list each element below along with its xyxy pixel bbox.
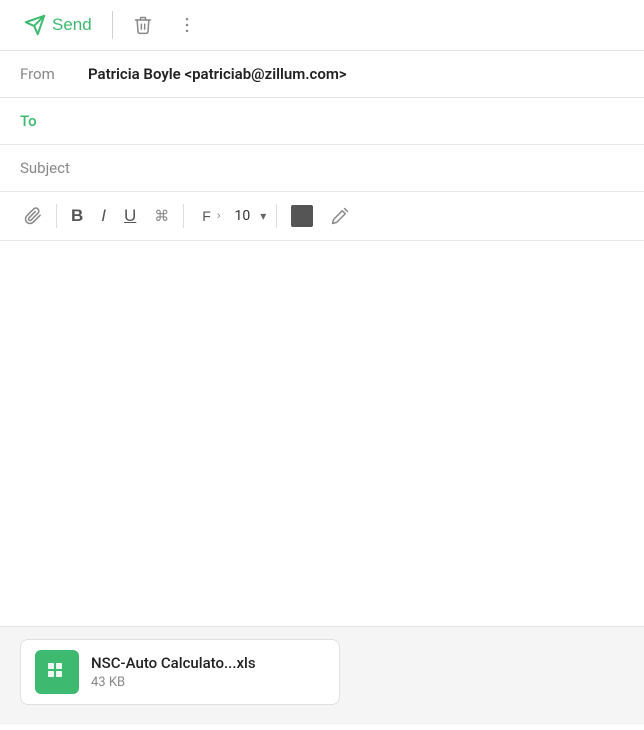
trash-icon xyxy=(133,15,153,35)
pen-icon xyxy=(331,207,349,225)
compose-area: From Patricia Boyle <patriciab@zillum.co… xyxy=(0,51,644,725)
italic-button[interactable]: I xyxy=(93,201,114,231)
format-divider-2 xyxy=(183,204,184,228)
subject-input[interactable] xyxy=(88,160,624,177)
to-row: To xyxy=(0,98,644,145)
to-input[interactable] xyxy=(88,113,624,130)
toolbar: Send xyxy=(0,0,644,51)
color-picker-button[interactable] xyxy=(283,200,321,232)
font-button[interactable]: F › xyxy=(190,201,228,231)
send-label: Send xyxy=(52,15,92,35)
attachment-file-icon xyxy=(35,650,79,694)
font-size-dropdown[interactable]: ▾ xyxy=(256,207,270,225)
attachment-button[interactable] xyxy=(16,202,50,230)
attachment-size: 43 KB xyxy=(91,675,256,690)
spreadsheet-icon xyxy=(43,658,71,686)
from-value: Patricia Boyle <patriciab@zillum.com> xyxy=(88,65,347,83)
font-arrow: › xyxy=(217,210,221,222)
attachment-name: NSC-Auto Calculato...xls xyxy=(91,654,256,672)
font-size-control: 10 ▾ xyxy=(231,206,271,226)
font-size-value: 10 xyxy=(231,206,255,226)
more-icon xyxy=(177,15,197,35)
command-symbol: ⌘ xyxy=(154,207,169,225)
underline-button[interactable]: U xyxy=(116,201,144,231)
pen-button[interactable] xyxy=(323,202,357,230)
color-swatch xyxy=(291,205,313,227)
format-divider-1 xyxy=(56,204,57,228)
delete-button[interactable] xyxy=(125,11,161,39)
font-label: F xyxy=(198,206,215,226)
from-row: From Patricia Boyle <patriciab@zillum.co… xyxy=(0,51,644,98)
to-label: To xyxy=(20,112,88,130)
email-body[interactable] xyxy=(0,241,644,521)
format-toolbar: B I U ⌘ F › 10 ▾ xyxy=(0,192,644,241)
bold-button[interactable]: B xyxy=(63,201,91,231)
attachment-info: NSC-Auto Calculato...xls 43 KB xyxy=(91,654,256,690)
format-divider-3 xyxy=(276,204,277,228)
more-options-button[interactable] xyxy=(169,11,205,39)
send-button[interactable]: Send xyxy=(16,10,100,40)
toolbar-divider xyxy=(112,11,113,39)
attachment-area: NSC-Auto Calculato...xls 43 KB xyxy=(0,626,644,725)
send-icon xyxy=(24,14,46,36)
subject-label: Subject xyxy=(20,159,88,177)
paperclip-icon xyxy=(24,207,42,225)
from-label: From xyxy=(20,65,88,83)
attachment-item[interactable]: NSC-Auto Calculato...xls 43 KB xyxy=(20,639,340,705)
font-size-arrow: ▾ xyxy=(260,209,266,223)
command-button[interactable]: ⌘ xyxy=(146,202,177,230)
subject-row: Subject xyxy=(0,145,644,192)
